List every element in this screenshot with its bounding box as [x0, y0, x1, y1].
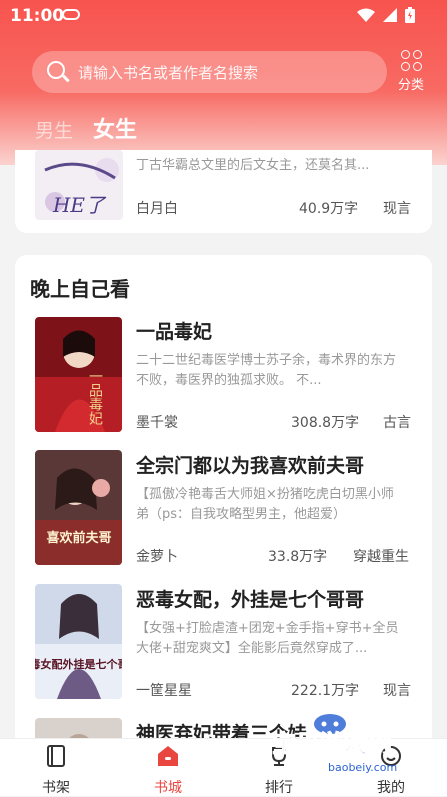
book-words: 308.8万字 [291, 415, 360, 431]
book-description: 丁古华霸总文里的后文女主，还莫名其... [136, 158, 370, 173]
book-words: 33.8万字 [268, 549, 328, 565]
book-cover: HE了 [35, 150, 123, 220]
search-input[interactable] [76, 51, 380, 95]
wifi-icon [357, 8, 375, 22]
book-description: 【孤傲冷艳毒舌大师姐×扮猪吃虎白切黑小师弟（ps：自我攻略型男主，他超爱） [136, 487, 394, 522]
book-cover: 一品毒妃 [35, 317, 122, 432]
search-bar[interactable] [32, 51, 387, 95]
status-bar: 11:00 [0, 0, 447, 32]
nav-label: 排行 [265, 780, 293, 796]
category-button[interactable]: 分类 [392, 50, 430, 93]
book-cover: 喜欢前夫哥 [35, 450, 122, 565]
status-time: 11:00 [10, 6, 65, 26]
nav-label: 书城 [154, 780, 182, 796]
book-genre: 古言 [383, 415, 411, 431]
bookstore-icon [158, 746, 178, 766]
book-genre: 现言 [383, 683, 411, 699]
category-label: 分类 [397, 78, 424, 93]
book-card-partial[interactable]: HE了 丁古华霸总文里的后文女主，还莫名其... 白月白 40.9万字 现言 [15, 150, 432, 233]
category-icon [400, 50, 422, 71]
book-genre: 穿越重生 [353, 549, 409, 565]
nav-bookstore[interactable]: 书城 [138, 745, 198, 797]
tab-female[interactable]: 女生 [93, 112, 137, 144]
gender-tabs: 男生 女生 [35, 112, 137, 144]
nav-bookshelf[interactable]: 书架 [26, 745, 86, 797]
cover-text: 恶毒女配外挂是七个哥哥 [35, 657, 122, 671]
nav-label: 我的 [377, 780, 405, 796]
book-author: 金萝卜 [136, 549, 178, 565]
book-author: 白月白 [136, 201, 178, 217]
book-cover: 恶毒女配外挂是七个哥哥 [35, 584, 122, 699]
book-description: 【女强+打脸虐渣+团宠+金手指+穿书+全员大佬+甜宠爽文】全能影后竟然穿成了..… [136, 621, 399, 656]
book-title: 全宗门都以为我喜欢前夫哥 [136, 455, 365, 477]
search-icon [47, 61, 65, 79]
book-author: 一筐星星 [136, 683, 192, 699]
book-description: 二十二世纪毒医学博士苏子余，毒术界的东方不败，毒医界的独孤求败。 不... [136, 353, 397, 388]
watermark-text: 宝贝游戏网 [272, 730, 392, 758]
cover-text: 喜欢前夫哥 [46, 530, 111, 546]
book-words: 222.1万字 [291, 683, 360, 699]
watermark: 宝贝游戏网 baobeiy.com [270, 708, 440, 778]
tab-male[interactable]: 男生 [35, 116, 73, 143]
recommend-section: 晚上自己看 一品毒妃 一品毒妃 二十二世纪毒医学博士苏子余，毒术界的东方不败，毒… [15, 255, 432, 755]
gamepad-icon [62, 9, 80, 20]
signal-icon [383, 8, 397, 22]
battery-icon [405, 7, 415, 23]
book-genre: 现言 [383, 201, 411, 217]
book-title: 一品毒妃 [136, 321, 213, 343]
book-author: 墨千裳 [136, 415, 178, 431]
section-title: 晚上自己看 [30, 277, 130, 301]
cover-text: 一品毒妃 [87, 369, 103, 426]
book-title: 恶毒女配，外挂是七个哥哥 [136, 589, 365, 611]
nav-label: 书架 [42, 780, 70, 796]
cover-text: HE了 [52, 193, 107, 217]
bookshelf-icon [47, 745, 65, 767]
watermark-url: baobeiy.com [328, 761, 397, 774]
book-words: 40.9万字 [299, 201, 359, 217]
